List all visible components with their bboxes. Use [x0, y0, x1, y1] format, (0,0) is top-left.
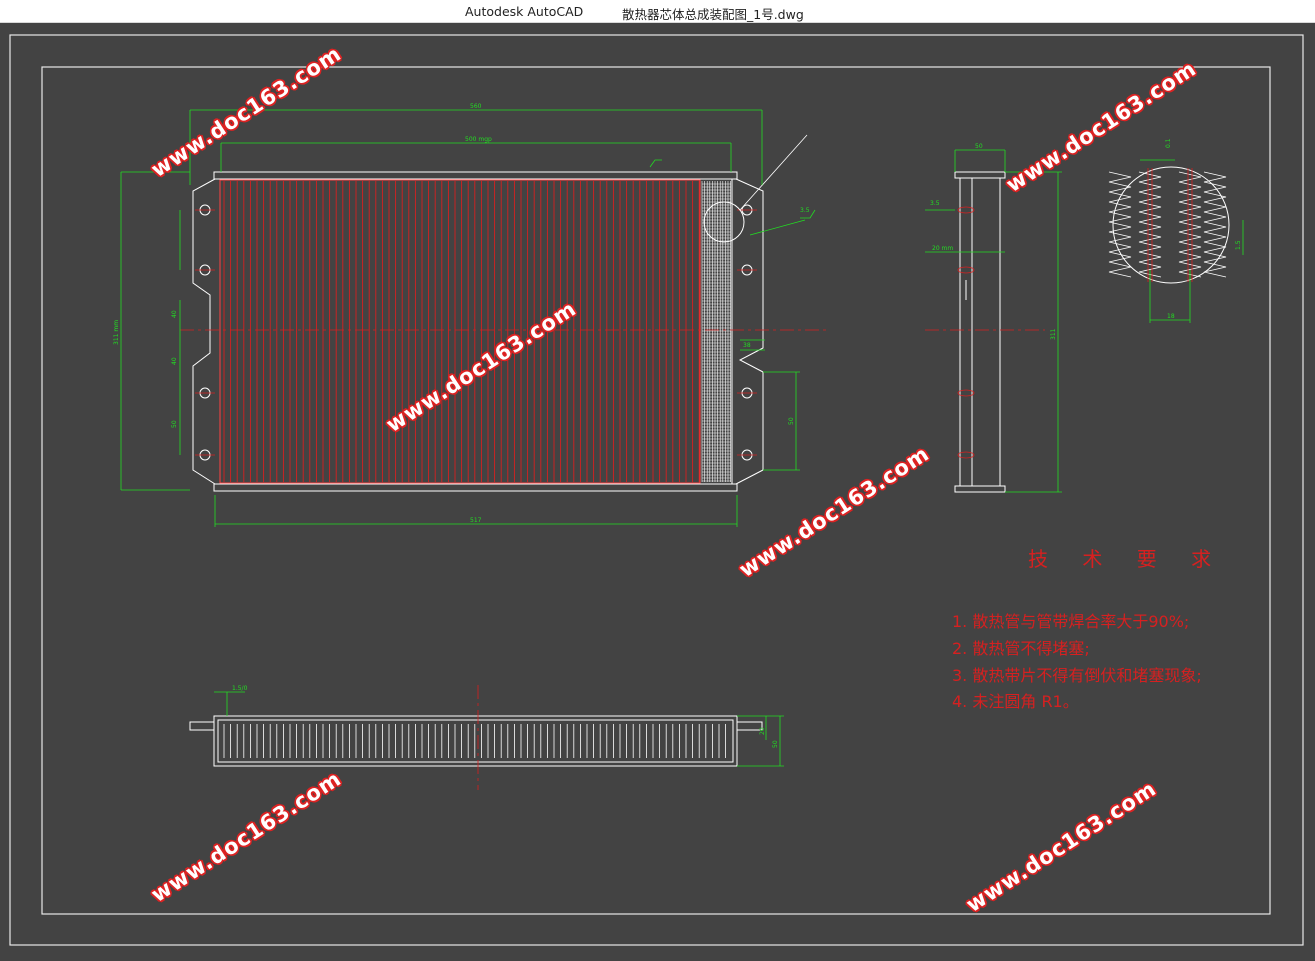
svg-text:311 mm: 311 mm [113, 320, 120, 345]
svg-text:38: 38 [743, 342, 751, 349]
app-title: Autodesk AutoCAD [465, 4, 584, 19]
detail-fin-zigzag [1178, 171, 1202, 278]
svg-text:3.5: 3.5 [930, 200, 940, 207]
svg-text:50: 50 [171, 420, 178, 428]
svg-text:18: 18 [1167, 313, 1175, 320]
leader-line [739, 134, 808, 211]
tech-req-item-1: 1. 散热管与管带焊合率大于90%; [952, 612, 1190, 631]
svg-text:3.5: 3.5 [800, 207, 810, 214]
detail-fin-zigzag [1138, 171, 1162, 278]
svg-text:311: 311 [1050, 328, 1057, 340]
svg-text:500 mgp: 500 mgp [465, 136, 492, 143]
detail-fin-zigzag [1108, 171, 1132, 278]
drawing-canvas[interactable]: 560 500 mgp 517 311 mm 40 40 50 50 38 3.… [0, 23, 1315, 961]
top-dimensions [214, 691, 784, 767]
svg-text:40: 40 [171, 357, 178, 365]
tech-requirements-title: 技 术 要 求 [1028, 547, 1226, 571]
svg-text:40: 40 [171, 310, 178, 318]
side-dimensions [925, 149, 1062, 493]
tech-req-item-4: 4. 未注圆角 R1。 [952, 692, 1079, 711]
tech-req-item-2: 2. 散热管不得堵塞; [952, 639, 1090, 658]
svg-text:1.5/0: 1.5/0 [232, 685, 248, 692]
tech-req-item-3: 3. 散热带片不得有倒伏和堵塞现象; [952, 666, 1202, 685]
side-view [954, 171, 1006, 493]
top-view [189, 715, 763, 767]
front-view [192, 171, 764, 492]
svg-text:20 mm: 20 mm [932, 245, 953, 252]
svg-text:560: 560 [470, 103, 482, 110]
svg-text:0.1: 0.1 [1165, 138, 1172, 148]
core-fin-hatch [223, 181, 700, 482]
detail-view-fins [1108, 168, 1227, 282]
core-fin-lines [701, 181, 731, 482]
window-titlebar: Autodesk AutoCAD 散热器芯体总成装配图_1号.dwg [0, 0, 1315, 23]
svg-text:50: 50 [975, 143, 983, 150]
svg-text:20: 20 [759, 727, 766, 735]
top-view-fins [223, 724, 726, 758]
mounting-holes [199, 204, 753, 461]
svg-text:517: 517 [470, 517, 482, 524]
svg-text:50: 50 [772, 740, 779, 748]
detail-view-circle [1112, 166, 1230, 284]
svg-text:1.5: 1.5 [1235, 240, 1242, 250]
file-title: 散热器芯体总成装配图_1号.dwg [622, 7, 804, 22]
svg-text:50: 50 [788, 417, 795, 425]
